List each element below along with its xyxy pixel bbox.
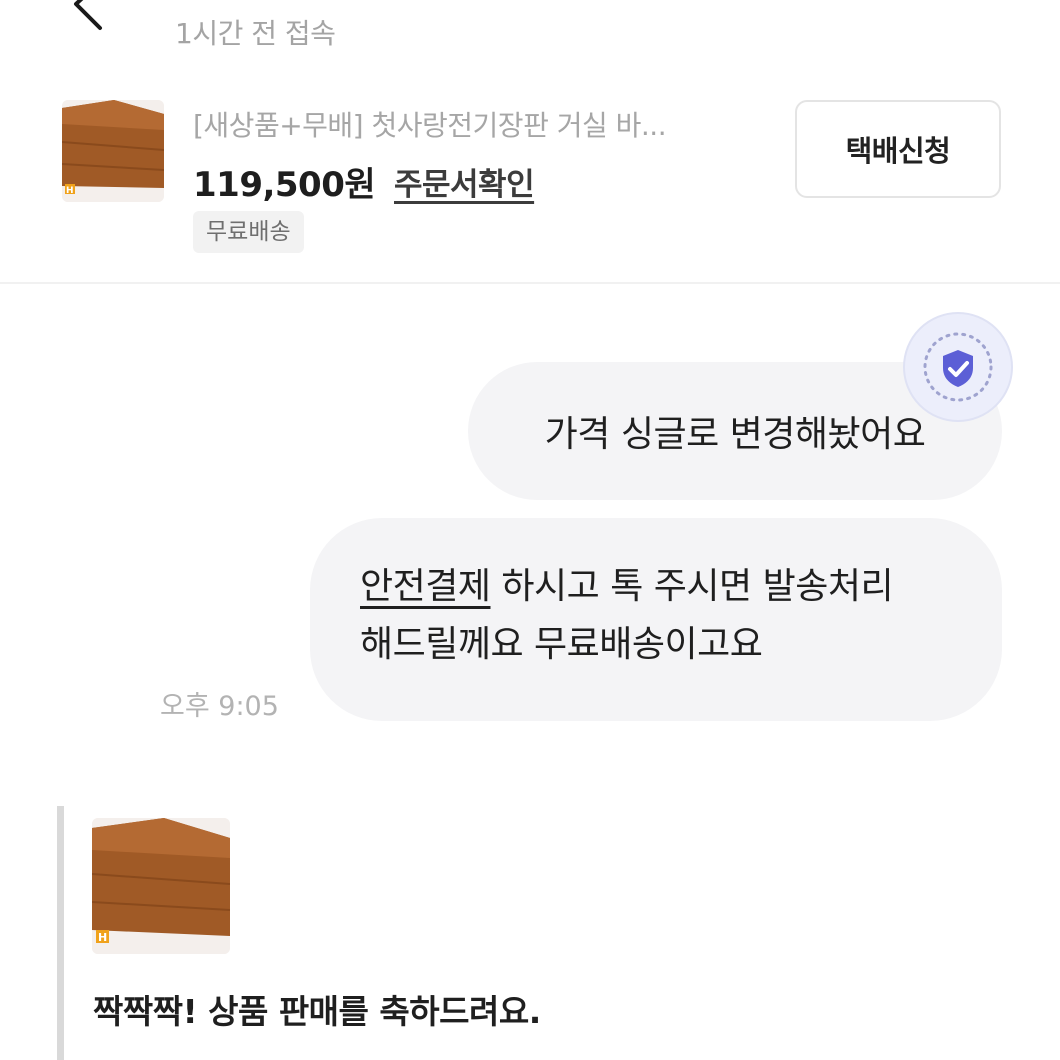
shipping-request-button[interactable]: 택배신청 xyxy=(795,100,1001,198)
heated-mat-image: H xyxy=(62,100,164,202)
product-title[interactable]: [새상품+무배] 첫사랑전기장판 거실 바... xyxy=(193,104,753,144)
free-shipping-badge: 무료배송 xyxy=(193,211,304,253)
heated-mat-image: H xyxy=(92,818,230,954)
svg-text:H: H xyxy=(66,186,74,196)
chat-bubble-sent: 안전결제 하시고 톡 주시면 발송처리 해드릴께요 무료배송이고요 xyxy=(310,518,1002,721)
card-accent-bar xyxy=(57,806,64,1060)
secure-payment-badge[interactable] xyxy=(903,312,1013,422)
product-thumbnail[interactable]: H xyxy=(62,100,164,202)
back-arrow-icon[interactable] xyxy=(62,0,122,42)
product-price: 119,500원 xyxy=(193,165,376,205)
sale-congrats-message: 짝짝짝! 상품 판매를 축하드려요. xyxy=(93,992,541,1031)
section-divider xyxy=(0,282,1060,284)
sold-product-thumbnail[interactable]: H xyxy=(92,818,230,954)
svg-text:H: H xyxy=(98,931,107,944)
message-line-2: 해드릴께요 무료배송이고요 xyxy=(360,624,763,665)
message-text: 하시고 톡 주시면 발송처리 xyxy=(490,566,894,607)
order-check-link[interactable]: 주문서확인 xyxy=(394,159,535,204)
safe-payment-link[interactable]: 안전결제 xyxy=(360,566,491,607)
last-seen-status: 1시간 전 접속 xyxy=(175,17,336,50)
message-timestamp: 오후 9:05 xyxy=(160,691,279,722)
shield-check-icon xyxy=(923,332,993,402)
more-options-icon[interactable] xyxy=(918,0,978,6)
message-line-1: 안전결제 하시고 톡 주시면 발송처리 xyxy=(360,558,952,616)
message-text: 가격 싱글로 변경해놨어요 xyxy=(544,414,926,455)
